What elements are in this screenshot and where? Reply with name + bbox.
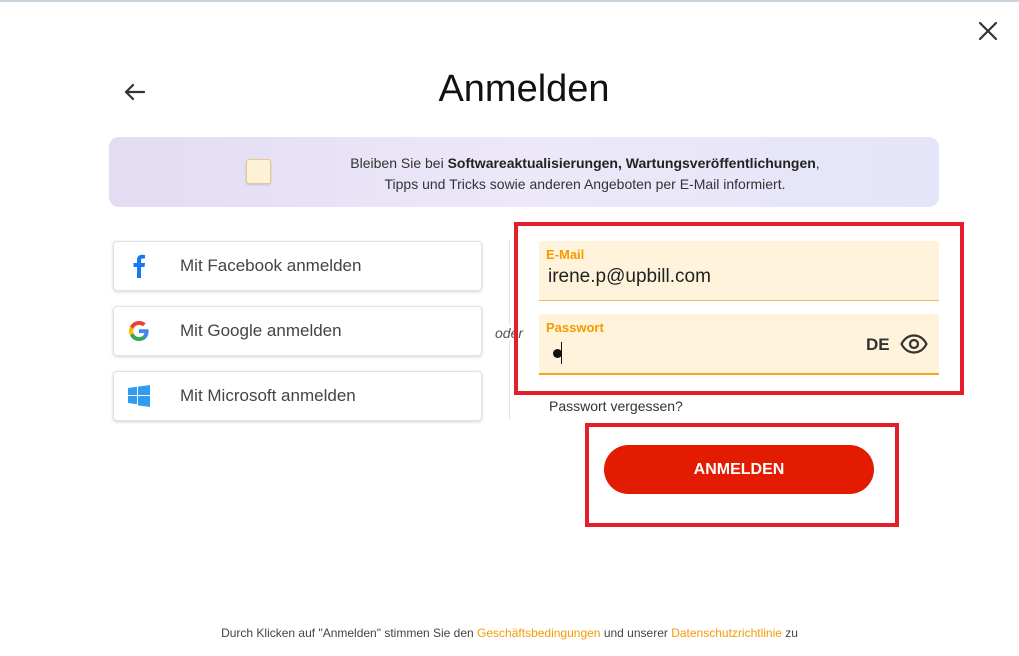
login-button-highlight-box [585, 423, 899, 527]
forgot-password-link[interactable]: Passwort vergessen? [549, 398, 683, 414]
google-login-button[interactable]: Mit Google anmelden [113, 306, 482, 356]
credentials-highlight-box [514, 222, 964, 395]
terms-notice: Durch Klicken auf "Anmelden" stimmen Sie… [0, 626, 1019, 640]
microsoft-login-label: Mit Microsoft anmelden [180, 386, 356, 405]
google-icon [126, 318, 152, 344]
newsletter-banner: Bleiben Sie bei Softwareaktualisierungen… [109, 137, 939, 207]
page-title: Anmelden [438, 68, 610, 110]
newsletter-checkbox[interactable] [246, 159, 271, 184]
newsletter-text-comma: , [815, 155, 820, 171]
privacy-link[interactable]: Datenschutzrichtlinie [671, 626, 782, 640]
terms-prefix: Durch Klicken auf "Anmelden" stimmen Sie… [221, 626, 478, 640]
terms-link[interactable]: Geschäftsbedingungen [477, 626, 600, 640]
facebook-icon [126, 253, 152, 279]
newsletter-text: Bleiben Sie bei Softwareaktualisierungen… [285, 153, 885, 195]
facebook-login-button[interactable]: Mit Facebook anmelden [113, 241, 482, 291]
newsletter-text-prefix: Bleiben Sie bei [350, 155, 448, 171]
close-icon [978, 21, 998, 41]
close-button[interactable] [972, 15, 1004, 47]
window-top-border [0, 0, 1019, 2]
terms-middle: und unserer [600, 626, 672, 640]
facebook-login-label: Mit Facebook anmelden [180, 256, 362, 275]
newsletter-text-bold: Softwareaktualisierungen, Wartungsveröff… [447, 155, 816, 171]
newsletter-text-line2: Tipps und Tricks sowie anderen Angeboten… [384, 176, 786, 192]
google-login-label: Mit Google anmelden [180, 321, 342, 340]
terms-suffix: zu [781, 626, 798, 640]
windows-icon [126, 383, 152, 409]
microsoft-login-button[interactable]: Mit Microsoft anmelden [113, 371, 482, 421]
